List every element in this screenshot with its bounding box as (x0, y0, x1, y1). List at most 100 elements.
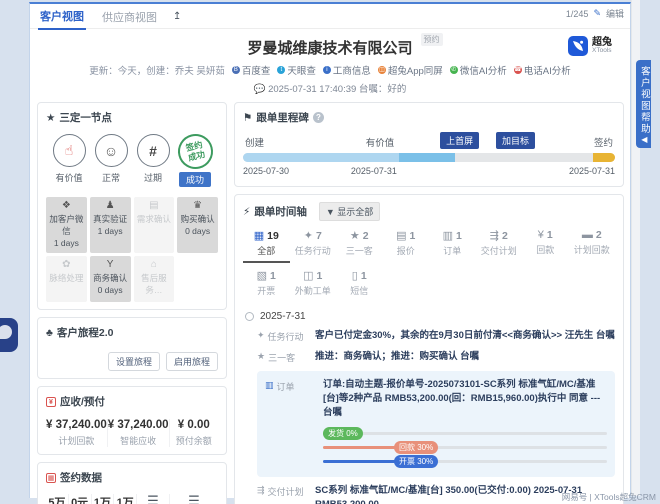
date-valuable: 2025-07-31 (350, 166, 397, 176)
goblet-icon: Y (106, 259, 114, 270)
tile-purchase-confirm[interactable]: ♛ 购买确认 0 days (177, 197, 218, 253)
timeline-entry[interactable]: ★ 三一客 推进：商务确认；推进：购买确认 台嘱 (243, 350, 615, 364)
collapse-arrow-icon: ◀ (639, 135, 649, 144)
last-note-line: 💬 2025-07-31 17:40:39 台嘱：好的 (253, 84, 407, 95)
car-icon: ◫ (303, 270, 314, 282)
meta-row: 更新：今天，创建：乔夫 吴妍茹 B 百度查 t 天眼查 i 工商信息 ◫ 超兔App同屏… (30, 63, 630, 77)
tab-all[interactable]: ▦ 19 全部 (243, 229, 290, 263)
briefcase-icon: ⌂ (150, 259, 157, 270)
tab-tasks[interactable]: ✦ 7 任务行动 (290, 229, 337, 263)
milestone-progress-bar (243, 153, 615, 162)
timeline-entry[interactable]: ✦ 任务行动 客户已付定金30%，其余的在9月30日前付清<<商务确认>> 汪先生… (243, 329, 615, 343)
tab-delivery-plan[interactable]: ⇶ 2 交付计划 (476, 229, 523, 263)
tab-planned-payment[interactable]: ▬ 2 计划回款 (569, 229, 616, 263)
stat-payment: 1万5回款 (92, 494, 115, 504)
stat-delivery: 0元发货 (69, 494, 92, 504)
top-tab-bar: 客户视图 供应商视图 ↥ 1/245 ✎ 编辑 (30, 3, 630, 30)
stat-invoice: 1万5开票 (114, 494, 137, 504)
timeline-entry[interactable]: ⇶ 交付计划 SC系列 标准气缸/MC/基准[台] 350.00(已交付:0.00… (243, 484, 615, 504)
milestone-panel: ⚑ 跟单里程碑 ? 创建 有价值 上首屏 加目标 签约 2025-07-30 2… (234, 102, 624, 187)
customer-view-help-tab[interactable]: 客户视图帮助◀ (636, 60, 651, 148)
comment-bubble-icon: 💬 (253, 84, 266, 95)
timeline-ring-icon (245, 312, 254, 321)
receivable-panel: ¥ 应收/预付 ¥ 37,240.00 计划回款 ¥ 37,240.00 智能应收 ¥… (37, 386, 227, 455)
gear-icon: ✿ (62, 259, 71, 270)
tile-business-confirm[interactable]: Y 商务确认 0 days (89, 256, 131, 302)
order-progress-bars: 发货 0% 回款 30% 开票 30% (323, 426, 607, 469)
customer-header: 罗曼城维康技术有限公司 预约 更新：今天，创建：乔夫 吴妍茹 B 百度查 t 天眼查… (30, 29, 630, 95)
tile-after-sales[interactable]: ⌂ 售后服务… (133, 256, 175, 302)
calendar-icon: ▦ (253, 230, 265, 242)
stage-valuable: 有价值 (365, 138, 395, 149)
link-baidu-check[interactable]: B 百度查 (231, 63, 270, 77)
stage-signed: 签约 (593, 138, 613, 149)
show-all-dropdown[interactable]: ▼ 显示全部 (318, 202, 381, 221)
tab-field-work[interactable]: ◫ 1 外勤工单 (290, 269, 337, 301)
to-homescreen-button[interactable]: 上首屏 (440, 132, 480, 149)
tile-demand-confirm[interactable]: ▤ 需求确认 (133, 197, 175, 253)
task-icon: ✦ (257, 330, 265, 340)
tile-add-wechat[interactable]: ❖ 加客户微信 1 days (46, 197, 87, 253)
node-normal[interactable]: ☺ 正常 (90, 134, 132, 188)
wechat-icon: ❖ (61, 200, 71, 211)
node-expired[interactable]: # 过期 (132, 134, 174, 188)
signed-stamp: 签约成功 (173, 130, 217, 173)
tab-payment[interactable]: ¥1 回款 (522, 229, 569, 263)
crm-page: CRM CRM 客户视图 供应商视图 ↥ 1/245 ✎ 编辑 超兔 XTool… (0, 0, 660, 504)
pager-count[interactable]: 1/245 (566, 9, 589, 19)
app-mirror-icon: ◫ (377, 66, 386, 74)
timeline-date-group: 2025-7-31 (245, 311, 615, 322)
enable-journey-button[interactable]: 启用旅程 (165, 352, 218, 371)
company-name: 罗曼城维康技术有限公司 预约 (247, 33, 443, 58)
help-question-icon[interactable]: ? (312, 112, 324, 123)
tab-sanyike[interactable]: ★ 2 三一客 (336, 229, 383, 263)
tab-sms[interactable]: ▯ 1 短信 (336, 269, 383, 301)
receivable-title: 应收/预付 (60, 396, 105, 408)
calculator-icon: ▤ (396, 230, 407, 242)
tab-invoice[interactable]: ▧ 1 开票 (243, 269, 290, 301)
journey-panel: ♣ 客户旅程2.0 设置旅程 启用旅程 (37, 317, 227, 379)
link-tianyancha[interactable]: t 天眼查 (277, 63, 316, 77)
node-signed[interactable]: 签约成功 成功 (173, 130, 217, 188)
journey-title: 客户旅程2.0 (56, 327, 114, 339)
baidu-icon: B (231, 66, 240, 74)
yen-icon: ¥ (537, 229, 544, 241)
set-journey-button[interactable]: 设置旅程 (107, 352, 160, 371)
rabbit-logo-icon (568, 36, 588, 56)
tile-real-verify[interactable]: ♟ 真实验证 1 days (89, 197, 131, 253)
tile-network-handle[interactable]: ✿ 脉络处理 (46, 256, 87, 302)
link-business-info[interactable]: i 工商信息 (322, 63, 371, 77)
star-icon: ★ (349, 230, 360, 242)
tab-quote[interactable]: ▤ 1 报价 (383, 229, 430, 263)
order-entry-card[interactable]: ▥ 订单 订单:自动主题-报价单号-2025073101-SC系列 标准气缸/MC… (257, 371, 615, 478)
list-icon: ☰ (188, 493, 200, 504)
status-badge: 预约 (420, 33, 443, 46)
trophy-icon: ♛ (193, 200, 203, 211)
planned-payment-amount: ¥ 37,240.00 计划回款 (46, 419, 108, 447)
pin-icon[interactable]: ↥ (173, 11, 181, 22)
order-doc-icon: ▥ (442, 230, 454, 242)
add-goal-button[interactable]: 加目标 (495, 132, 535, 149)
phone-icon: ▯ (351, 270, 358, 282)
phone-ai-icon: ☎ (513, 66, 522, 74)
detail-statement-link[interactable]: ☰明细往来对账 (170, 494, 218, 504)
success-badge: 成功 (178, 172, 211, 187)
timeline-panel: ⚡ 跟单时间轴 ▼ 显示全部 ▦ 19 全部 ✦ 7 任务行动 ★ 2 三一客 ▤ 1 报价 ▥… (234, 194, 624, 504)
link-wechat-ai[interactable]: ✆ 微信AI分析 (449, 63, 507, 77)
stat-contract: 5万3合约 (46, 494, 69, 504)
tab-customer-view[interactable]: 客户视图 (38, 3, 86, 30)
link-phone-ai[interactable]: ☎ 电话AI分析 (513, 63, 571, 77)
edit-label[interactable]: 编辑 (606, 7, 624, 20)
account-statement-link[interactable]: ☰往来对账 (137, 494, 170, 504)
doc-icon: ▤ (149, 200, 159, 211)
timeline-title: 跟单时间轴 (254, 206, 307, 218)
xtools-logo: 超兔 XTools (568, 36, 612, 56)
sign-data-icon: ▦ (46, 472, 56, 483)
link-app-mirror[interactable]: ◫ 超兔App同屏 (377, 63, 443, 77)
tab-supplier-view[interactable]: 供应商视图 (100, 4, 159, 29)
node-valuable[interactable]: ☝ 有价值 (48, 134, 90, 188)
star-icon: ★ (257, 351, 266, 361)
tab-order[interactable]: ▥ 1 订单 (429, 229, 476, 263)
journey-icon: ♣ (46, 326, 53, 339)
edit-pencil-icon[interactable]: ✎ (593, 8, 601, 19)
